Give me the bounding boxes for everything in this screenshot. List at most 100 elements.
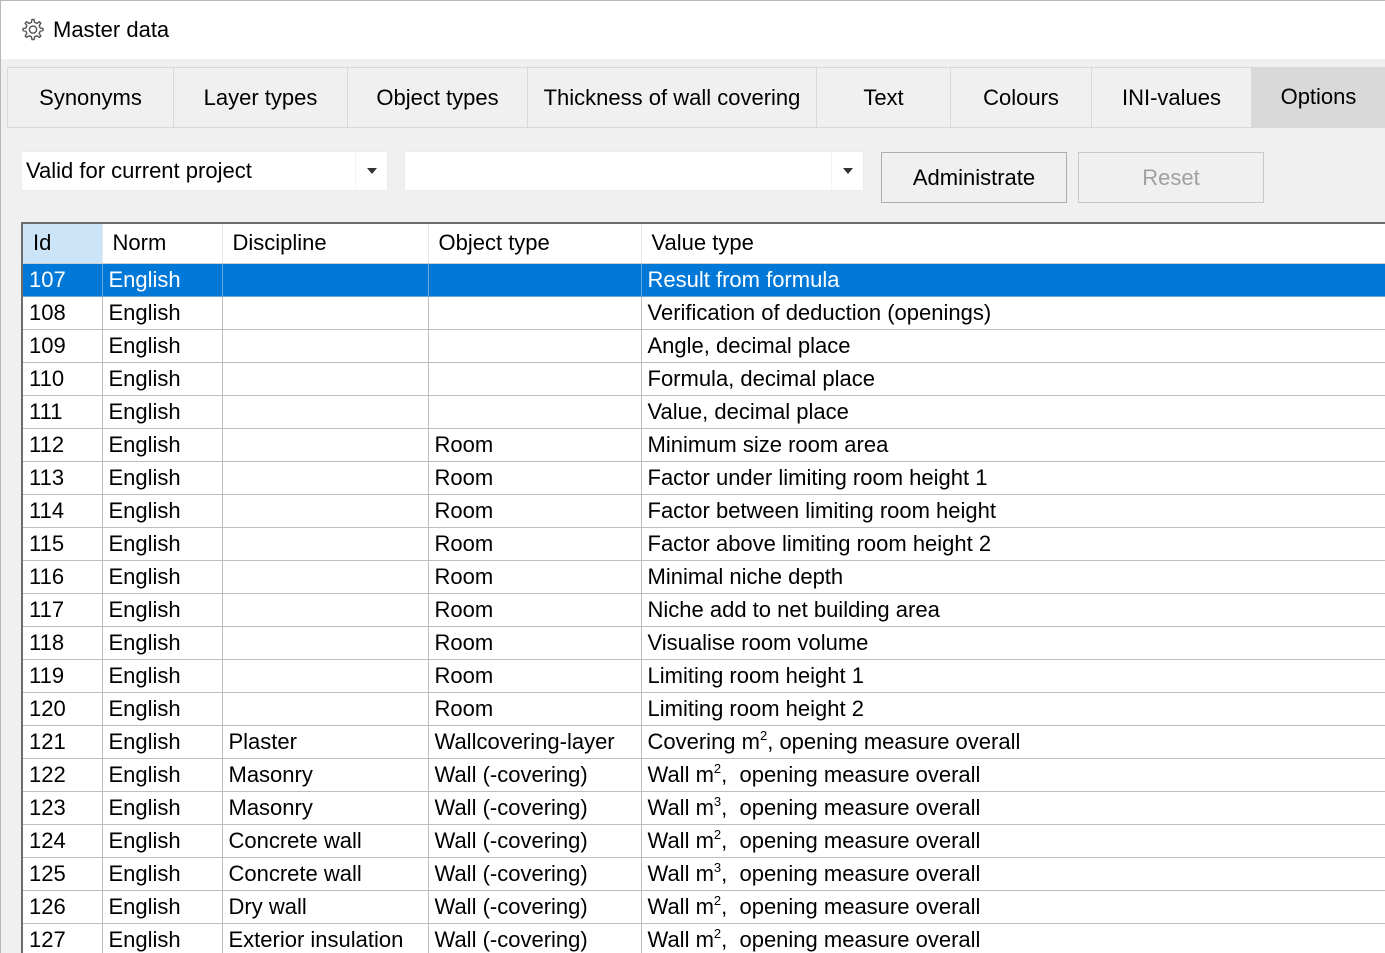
cell-norm[interactable]: English [102, 428, 223, 462]
column-header-object-type[interactable]: Object type [428, 224, 642, 264]
cell-value-type[interactable]: Verification of deduction (openings) [641, 296, 1385, 330]
cell-id[interactable]: 113 [23, 461, 103, 495]
chevron-down-icon[interactable] [355, 152, 387, 190]
cell-norm[interactable]: English [102, 857, 223, 891]
chevron-down-icon[interactable] [831, 152, 863, 190]
cell-discipline[interactable] [222, 296, 429, 330]
table-row[interactable]: 122 English Masonry Wall (-covering) Wall m2… [23, 758, 1385, 792]
table-row[interactable]: 125 English Concrete wall Wall (-covering) W… [23, 857, 1385, 891]
cell-value-type[interactable]: Result from formula [641, 263, 1385, 297]
cell-object-type[interactable]: Wallcovering-layer [428, 725, 642, 759]
tab-colours[interactable]: Colours [950, 67, 1091, 128]
table-row[interactable]: 118 English Room Visualise room volume [23, 626, 1385, 660]
cell-id[interactable]: 126 [23, 890, 103, 924]
filter-combobox[interactable] [404, 151, 864, 191]
cell-discipline[interactable]: Concrete wall [222, 857, 429, 891]
cell-id[interactable]: 127 [23, 923, 103, 953]
cell-id[interactable]: 116 [23, 560, 103, 594]
cell-id[interactable]: 125 [23, 857, 103, 891]
cell-value-type[interactable]: Limiting room height 1 [641, 659, 1385, 693]
cell-object-type[interactable]: Room [428, 494, 642, 528]
table-row[interactable]: 110 English Formula, decimal place [23, 362, 1385, 396]
table-row[interactable]: 117 English Room Niche add to net building … [23, 593, 1385, 627]
cell-value-type[interactable]: Visualise room volume [641, 626, 1385, 660]
cell-id[interactable]: 120 [23, 692, 103, 726]
cell-object-type[interactable]: Wall (-covering) [428, 890, 642, 924]
table-row[interactable]: 123 English Masonry Wall (-covering) Wall m3… [23, 791, 1385, 825]
table-row[interactable]: 113 English Room Factor under limiting room… [23, 461, 1385, 495]
cell-norm[interactable]: English [102, 494, 223, 528]
cell-object-type[interactable] [428, 362, 642, 396]
cell-value-type[interactable]: Minimal niche depth [641, 560, 1385, 594]
cell-id[interactable]: 108 [23, 296, 103, 330]
tab-ini-values[interactable]: INI-values [1091, 67, 1251, 128]
cell-norm[interactable]: English [102, 263, 223, 297]
column-header-discipline[interactable]: Discipline [222, 224, 429, 264]
tab-options[interactable]: Options [1251, 67, 1385, 128]
cell-object-type[interactable]: Wall (-covering) [428, 824, 642, 858]
tab-thickness-of-wall-covering[interactable]: Thickness of wall covering [527, 67, 816, 128]
cell-norm[interactable]: English [102, 461, 223, 495]
cell-object-type[interactable] [428, 263, 642, 297]
cell-value-type[interactable]: Minimum size room area [641, 428, 1385, 462]
cell-discipline[interactable] [222, 692, 429, 726]
cell-id[interactable]: 122 [23, 758, 103, 792]
reset-button[interactable]: Reset [1078, 152, 1264, 203]
cell-norm[interactable]: English [102, 329, 223, 363]
table-row[interactable]: 119 English Room Limiting room height 1 [23, 659, 1385, 693]
cell-id[interactable]: 115 [23, 527, 103, 561]
cell-object-type[interactable]: Room [428, 593, 642, 627]
cell-object-type[interactable]: Room [428, 461, 642, 495]
column-header-id[interactable]: Id [23, 224, 103, 264]
table-row[interactable]: 109 English Angle, decimal place [23, 329, 1385, 363]
cell-object-type[interactable]: Wall (-covering) [428, 857, 642, 891]
cell-object-type[interactable]: Room [428, 428, 642, 462]
cell-discipline[interactable] [222, 263, 429, 297]
cell-norm[interactable]: English [102, 296, 223, 330]
cell-discipline[interactable]: Concrete wall [222, 824, 429, 858]
column-header-value-type[interactable]: Value type [641, 224, 1385, 264]
cell-id[interactable]: 114 [23, 494, 103, 528]
table-row[interactable]: 107 English Result from formula [23, 263, 1385, 297]
cell-id[interactable]: 121 [23, 725, 103, 759]
cell-value-type[interactable]: Value, decimal place [641, 395, 1385, 429]
cell-norm[interactable]: English [102, 593, 223, 627]
cell-value-type[interactable]: Angle, decimal place [641, 329, 1385, 363]
table-row[interactable]: 120 English Room Limiting room height 2 [23, 692, 1385, 726]
table-row[interactable]: 111 English Value, decimal place [23, 395, 1385, 429]
cell-object-type[interactable]: Wall (-covering) [428, 791, 642, 825]
cell-value-type[interactable]: Wall m2, opening measure overall [641, 890, 1385, 924]
cell-norm[interactable]: English [102, 791, 223, 825]
cell-norm[interactable]: English [102, 659, 223, 693]
cell-norm[interactable]: English [102, 824, 223, 858]
cell-discipline[interactable] [222, 527, 429, 561]
table-row[interactable]: 124 English Concrete wall Wall (-covering) W… [23, 824, 1385, 858]
tab-object-types[interactable]: Object types [347, 67, 527, 128]
cell-id[interactable]: 118 [23, 626, 103, 660]
cell-discipline[interactable] [222, 428, 429, 462]
table-row[interactable]: 114 English Room Factor between limiting ro… [23, 494, 1385, 528]
column-header-norm[interactable]: Norm [102, 224, 223, 264]
cell-discipline[interactable] [222, 329, 429, 363]
cell-discipline[interactable] [222, 395, 429, 429]
cell-discipline[interactable]: Exterior insulation [222, 923, 429, 953]
cell-value-type[interactable]: Wall m3, opening measure overall [641, 791, 1385, 825]
cell-discipline[interactable] [222, 593, 429, 627]
scope-combobox[interactable]: Valid for current project [21, 151, 388, 191]
cell-norm[interactable]: English [102, 725, 223, 759]
table-row[interactable]: 121 English Plaster Wallcovering-layer Cover… [23, 725, 1385, 759]
administrate-button[interactable]: Administrate [881, 152, 1067, 203]
cell-id[interactable]: 123 [23, 791, 103, 825]
cell-value-type[interactable]: Wall m2, opening measure overall [641, 824, 1385, 858]
table-row[interactable]: 127 English Exterior insulation Wall (-cove… [23, 923, 1385, 953]
cell-value-type[interactable]: Covering m2, opening measure overall [641, 725, 1385, 759]
cell-id[interactable]: 111 [23, 395, 103, 429]
cell-value-type[interactable]: Factor under limiting room height 1 [641, 461, 1385, 495]
cell-value-type[interactable]: Formula, decimal place [641, 362, 1385, 396]
cell-id[interactable]: 109 [23, 329, 103, 363]
cell-norm[interactable]: English [102, 395, 223, 429]
cell-object-type[interactable]: Room [428, 692, 642, 726]
cell-value-type[interactable]: Factor above limiting room height 2 [641, 527, 1385, 561]
cell-value-type[interactable]: Wall m2, opening measure overall [641, 758, 1385, 792]
cell-norm[interactable]: English [102, 758, 223, 792]
